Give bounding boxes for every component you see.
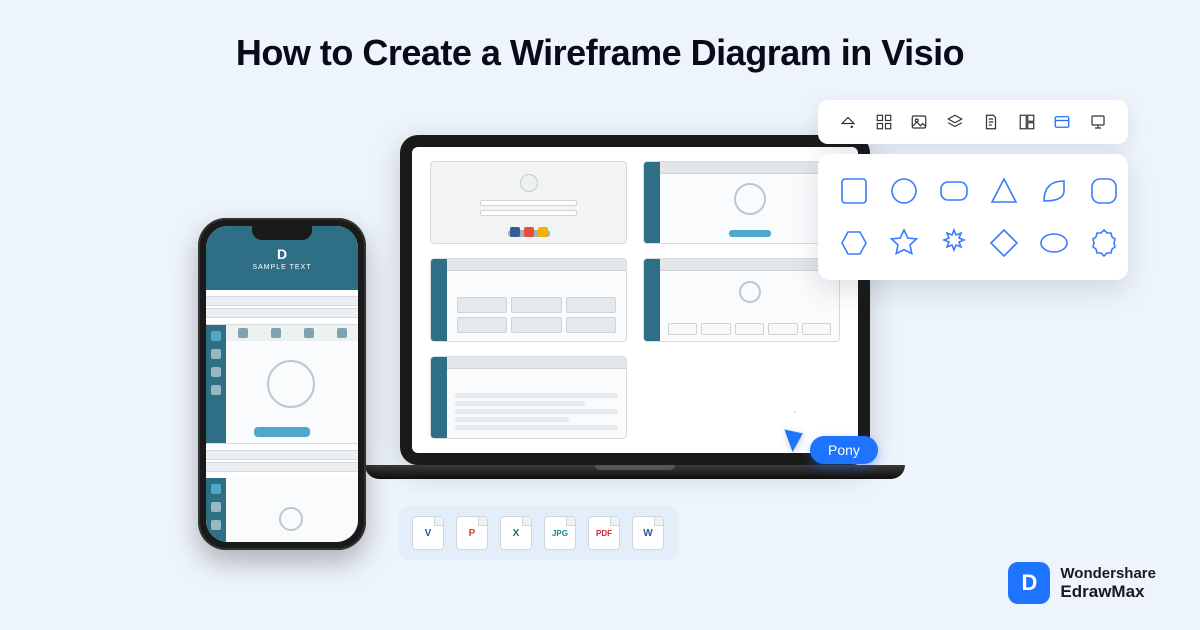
format-jpg[interactable]: JPG <box>544 516 576 550</box>
brand-name-line1: Wondershare <box>1060 565 1156 582</box>
shapes-panel <box>818 154 1128 280</box>
wireframe-card-media <box>643 258 840 341</box>
fill-tool-icon[interactable] <box>838 112 858 132</box>
layers-tool-icon[interactable] <box>945 112 965 132</box>
laptop-screen: D SAMPLE TEXT <box>400 135 870 465</box>
grid-tool-icon[interactable] <box>874 112 894 132</box>
wireframe-card-login <box>430 161 627 244</box>
phone-wireframe-2 <box>206 478 358 542</box>
format-powerpoint[interactable]: P <box>456 516 488 550</box>
brand-footer: D Wondershare EdrawMax <box>1008 562 1156 604</box>
shape-ellipse[interactable] <box>1038 224 1070 262</box>
format-word[interactable]: W <box>632 516 664 550</box>
container-tool-icon[interactable] <box>1052 112 1072 132</box>
phone-sample-text: SAMPLE TEXT <box>252 264 311 271</box>
format-visio[interactable]: V <box>412 516 444 550</box>
shape-square[interactable] <box>838 172 870 210</box>
shape-rounded-square[interactable] <box>1088 172 1120 210</box>
wireframe-card-dial <box>643 161 840 244</box>
page-title: How to Create a Wireframe Diagram in Vis… <box>0 32 1200 74</box>
shape-burst[interactable] <box>938 224 970 262</box>
layout-tool-icon[interactable] <box>1017 112 1037 132</box>
shape-rounded-rect[interactable] <box>938 172 970 210</box>
shape-triangle[interactable] <box>988 172 1020 210</box>
page-tool-icon[interactable] <box>981 112 1001 132</box>
format-pdf[interactable]: PDF <box>588 516 620 550</box>
wireframe-card-brand: D SAMPLE TEXT <box>794 411 796 413</box>
phone-screen: D SAMPLE TEXT <box>206 226 358 542</box>
shape-diamond[interactable] <box>988 224 1020 262</box>
shape-circle[interactable] <box>888 172 920 210</box>
phone-wireframe-1 <box>206 324 358 444</box>
brand-logo-icon: D <box>1008 562 1050 604</box>
tools-bar <box>818 100 1128 144</box>
shape-hexagon[interactable] <box>838 224 870 262</box>
laptop-base <box>365 465 905 479</box>
phone-logo-letter: D <box>277 246 287 262</box>
shape-leaf[interactable] <box>1038 172 1070 210</box>
phone-mockup: D SAMPLE TEXT <box>198 218 366 550</box>
export-formats: V P X JPG PDF W <box>398 506 678 560</box>
collaborator-cursor: Pony <box>788 426 804 450</box>
format-excel[interactable]: X <box>500 516 532 550</box>
wireframe-card-tiles <box>430 258 627 341</box>
presentation-tool-icon[interactable] <box>1088 112 1108 132</box>
wireframe-card-list <box>430 356 627 439</box>
collaborator-tag: Pony <box>810 436 878 464</box>
image-tool-icon[interactable] <box>909 112 929 132</box>
wireframe-grid: D SAMPLE TEXT <box>430 161 840 439</box>
shape-star[interactable] <box>888 224 920 262</box>
brand-name-line2: EdrawMax <box>1060 582 1156 602</box>
shape-badge[interactable] <box>1088 224 1120 262</box>
